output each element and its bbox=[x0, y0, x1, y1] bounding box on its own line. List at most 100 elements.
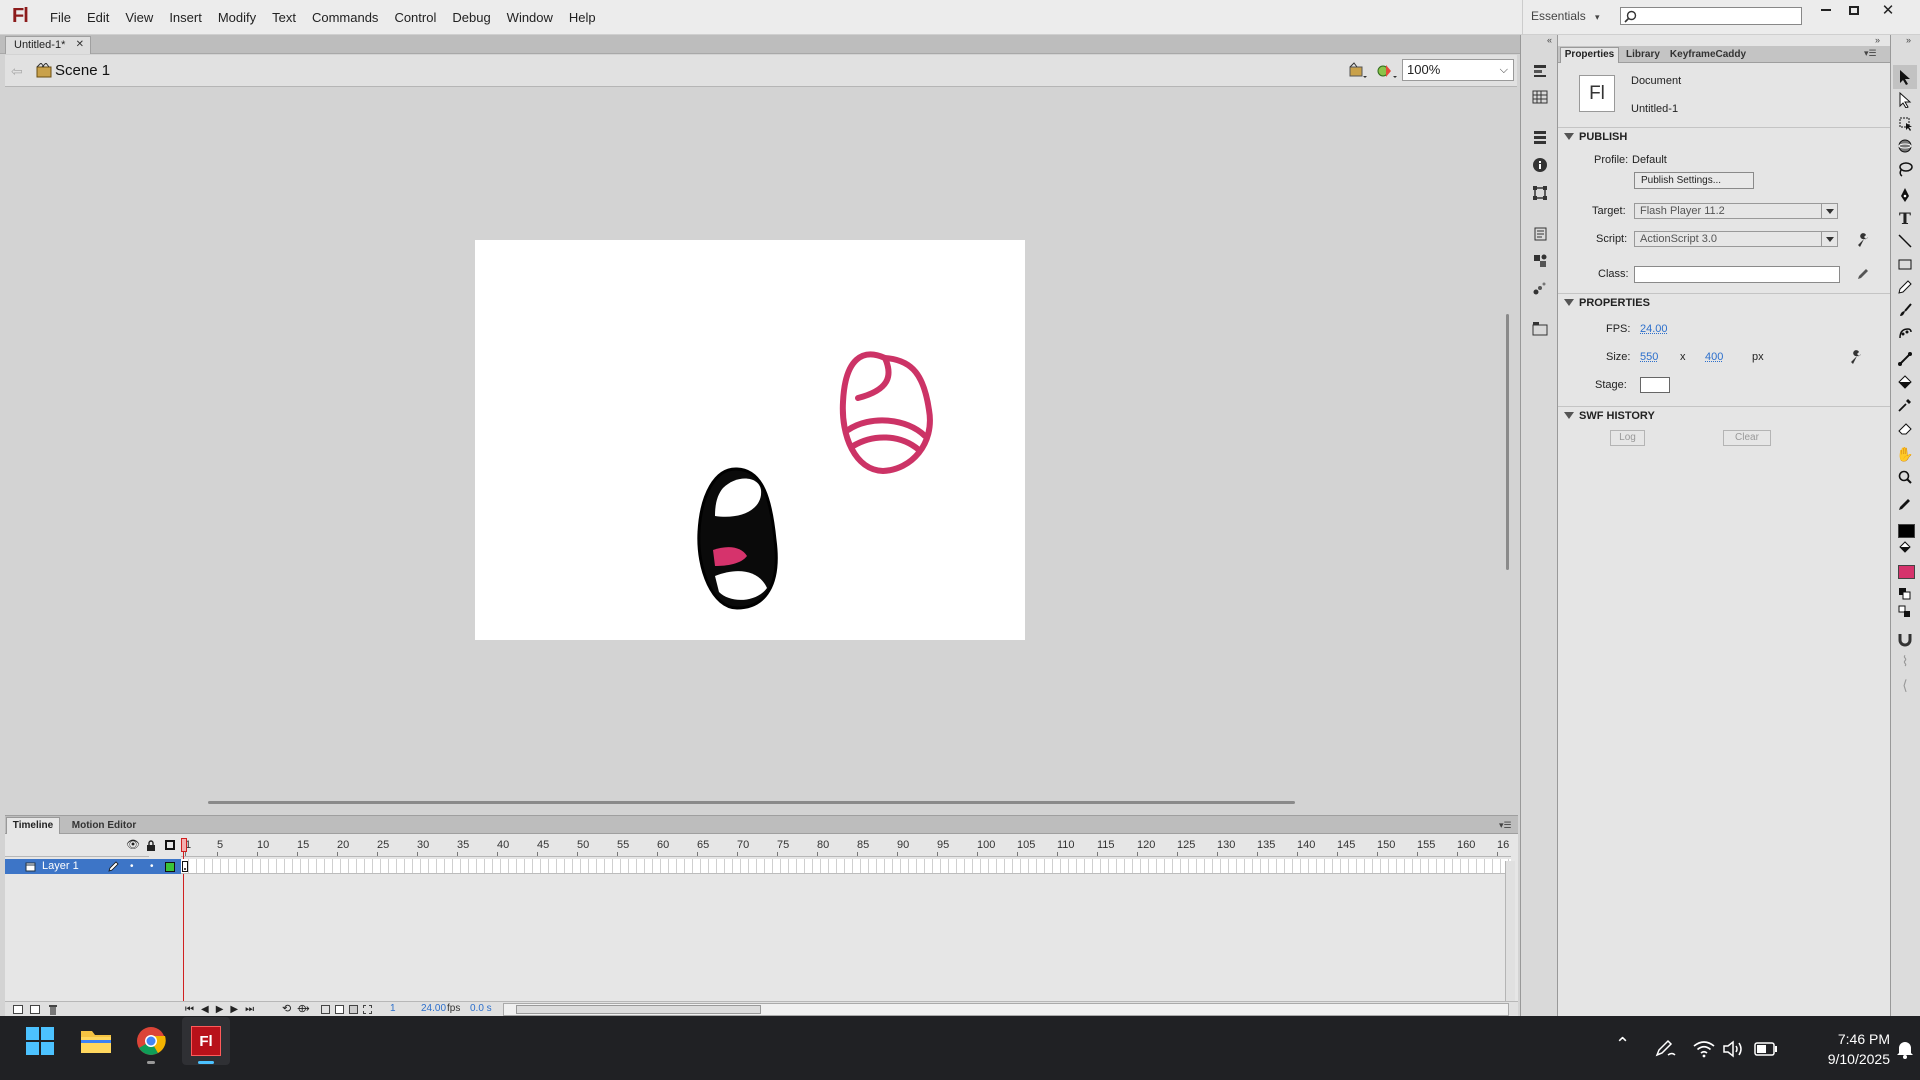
volume-icon[interactable] bbox=[1722, 1040, 1744, 1058]
fill-color-bucket-icon[interactable] bbox=[1893, 535, 1917, 559]
free-transform-tool-icon[interactable] bbox=[1893, 111, 1917, 135]
tab-properties[interactable]: Properties bbox=[1560, 47, 1619, 63]
history-panel-icon[interactable] bbox=[1528, 125, 1552, 149]
snap-to-objects-icon[interactable] bbox=[1893, 627, 1917, 651]
layer-color-swatch[interactable] bbox=[165, 862, 175, 872]
frame-row[interactable] bbox=[181, 859, 1511, 874]
first-frame-icon[interactable]: ⏮ bbox=[185, 1004, 201, 1015]
loop-icon[interactable]: ⟲ bbox=[282, 1002, 291, 1017]
transform-panel-icon[interactable] bbox=[1528, 181, 1552, 205]
eraser-tool-icon[interactable] bbox=[1893, 416, 1917, 440]
layer-lock-dot[interactable]: • bbox=[150, 861, 154, 872]
lasso-tool-icon[interactable] bbox=[1893, 157, 1917, 181]
show-hidden-icons-button[interactable]: ⌃ bbox=[1615, 1034, 1630, 1055]
edit-scene-icon[interactable] bbox=[1348, 62, 1368, 80]
layer-name[interactable]: Layer 1 bbox=[42, 860, 79, 872]
playhead[interactable] bbox=[181, 838, 187, 852]
paint-bucket-tool-icon[interactable] bbox=[1893, 370, 1917, 394]
maximize-button[interactable] bbox=[1840, 0, 1868, 20]
menu-commands[interactable]: Commands bbox=[304, 0, 386, 35]
target-select[interactable]: Flash Player 11.2 bbox=[1634, 203, 1838, 219]
fill-color-swatch[interactable] bbox=[1898, 565, 1915, 579]
stroke-color-pencil-icon[interactable] bbox=[1893, 492, 1917, 516]
height-value[interactable]: 400 bbox=[1705, 351, 1723, 363]
pink-outline-shape[interactable] bbox=[839, 351, 933, 474]
publish-section-header[interactable]: PUBLISH bbox=[1558, 127, 1890, 145]
line-tool-icon[interactable] bbox=[1893, 229, 1917, 253]
panel-menu-icon[interactable]: ▾☰ bbox=[1864, 48, 1877, 59]
step-back-icon[interactable]: ◀︎ bbox=[201, 1004, 216, 1015]
project-panel-icon[interactable] bbox=[1528, 317, 1552, 341]
tab-motion-editor[interactable]: Motion Editor bbox=[62, 818, 146, 834]
windows-start-button[interactable] bbox=[16, 1017, 64, 1065]
hand-tool-icon[interactable]: ✋ bbox=[1893, 442, 1917, 466]
info-panel-icon[interactable] bbox=[1528, 153, 1552, 177]
motion-presets-icon[interactable] bbox=[1528, 276, 1552, 300]
tab-keyframecaddy[interactable]: KeyframeCaddy bbox=[1667, 47, 1749, 63]
eyedropper-tool-icon[interactable] bbox=[1893, 393, 1917, 417]
last-frame-icon[interactable]: ⏭ bbox=[245, 1004, 261, 1015]
text-tool-icon[interactable]: T bbox=[1893, 206, 1917, 230]
menu-file[interactable]: File bbox=[42, 0, 79, 35]
onion-skin-icon[interactable] bbox=[321, 1005, 330, 1014]
width-value[interactable]: 550 bbox=[1640, 351, 1658, 363]
edit-symbols-icon[interactable] bbox=[1376, 62, 1398, 80]
brush-tool-icon[interactable] bbox=[1893, 298, 1917, 322]
document-tab[interactable]: Untitled-1* ✕ bbox=[5, 36, 91, 54]
stage[interactable] bbox=[475, 240, 1025, 640]
center-frame-icon[interactable]: ⟴ bbox=[297, 1003, 310, 1016]
chrome-button[interactable] bbox=[127, 1017, 175, 1065]
menu-edit[interactable]: Edit bbox=[79, 0, 117, 35]
keyframe[interactable] bbox=[182, 861, 188, 872]
swatches-panel-icon[interactable] bbox=[1528, 85, 1552, 109]
menu-view[interactable]: View bbox=[117, 0, 161, 35]
notification-bell-icon[interactable] bbox=[1896, 1039, 1914, 1059]
tab-timeline[interactable]: Timeline bbox=[6, 817, 60, 834]
menu-help[interactable]: Help bbox=[561, 0, 604, 35]
components-icon[interactable] bbox=[1528, 249, 1552, 273]
pen-tool-icon[interactable] bbox=[1893, 183, 1917, 207]
play-icon[interactable]: ▶︎ bbox=[216, 1004, 231, 1015]
flash-taskbar-button[interactable]: Fl bbox=[182, 1017, 230, 1065]
onion-outline-icon[interactable] bbox=[335, 1005, 344, 1014]
scene-label[interactable]: Scene 1 bbox=[55, 62, 110, 79]
rectangle-tool-icon[interactable] bbox=[1893, 252, 1917, 276]
onion-markers-icon[interactable] bbox=[363, 1005, 372, 1014]
close-tab-icon[interactable]: ✕ bbox=[76, 37, 84, 53]
deco-tool-icon[interactable] bbox=[1893, 321, 1917, 345]
wrench-icon[interactable] bbox=[1849, 350, 1863, 364]
3d-rotation-tool-icon[interactable] bbox=[1893, 134, 1917, 158]
new-layer-icon[interactable] bbox=[13, 1005, 23, 1014]
align-panel-icon[interactable] bbox=[1528, 58, 1552, 82]
class-input[interactable] bbox=[1634, 266, 1840, 283]
trash-icon[interactable] bbox=[48, 1004, 58, 1015]
collapse-arrows-icon[interactable]: » bbox=[1906, 35, 1911, 45]
publish-settings-button[interactable]: Publish Settings... bbox=[1634, 172, 1754, 189]
back-arrow-icon[interactable]: ⇦ bbox=[11, 63, 23, 80]
new-folder-icon[interactable] bbox=[30, 1005, 40, 1014]
properties-section-header[interactable]: PROPERTIES bbox=[1558, 293, 1890, 311]
help-search-input[interactable] bbox=[1620, 7, 1802, 25]
zoom-tool-icon[interactable] bbox=[1893, 465, 1917, 489]
straighten-icon[interactable]: ⟨ bbox=[1893, 673, 1917, 697]
pasteboard[interactable] bbox=[5, 88, 1496, 793]
clear-button[interactable]: Clear bbox=[1723, 430, 1771, 446]
menu-debug[interactable]: Debug bbox=[444, 0, 498, 35]
fps-value[interactable]: 24.00 bbox=[1640, 323, 1668, 335]
black-filled-shape[interactable] bbox=[697, 467, 778, 610]
collapse-arrows-icon[interactable]: » bbox=[1875, 35, 1880, 45]
stage-horizontal-scrollbar[interactable] bbox=[208, 801, 1295, 804]
layer-row[interactable]: Layer 1 • • bbox=[5, 859, 181, 874]
wifi-icon[interactable] bbox=[1693, 1040, 1715, 1058]
step-forward-icon[interactable]: ▶︎ bbox=[230, 1004, 245, 1015]
battery-icon[interactable] bbox=[1754, 1042, 1778, 1056]
log-button[interactable]: Log bbox=[1610, 430, 1645, 446]
timeline-horizontal-scrollbar[interactable] bbox=[503, 1003, 1509, 1016]
current-frame[interactable]: 1 bbox=[390, 1003, 396, 1014]
stage-vertical-scrollbar[interactable] bbox=[1506, 314, 1509, 570]
script-select[interactable]: ActionScript 3.0 bbox=[1634, 231, 1838, 247]
stage-color-swatch[interactable] bbox=[1640, 377, 1670, 393]
eye-icon[interactable]: 👁 bbox=[126, 838, 140, 851]
minimize-button[interactable] bbox=[1812, 0, 1840, 20]
edit-multiple-frames-icon[interactable] bbox=[349, 1005, 358, 1014]
